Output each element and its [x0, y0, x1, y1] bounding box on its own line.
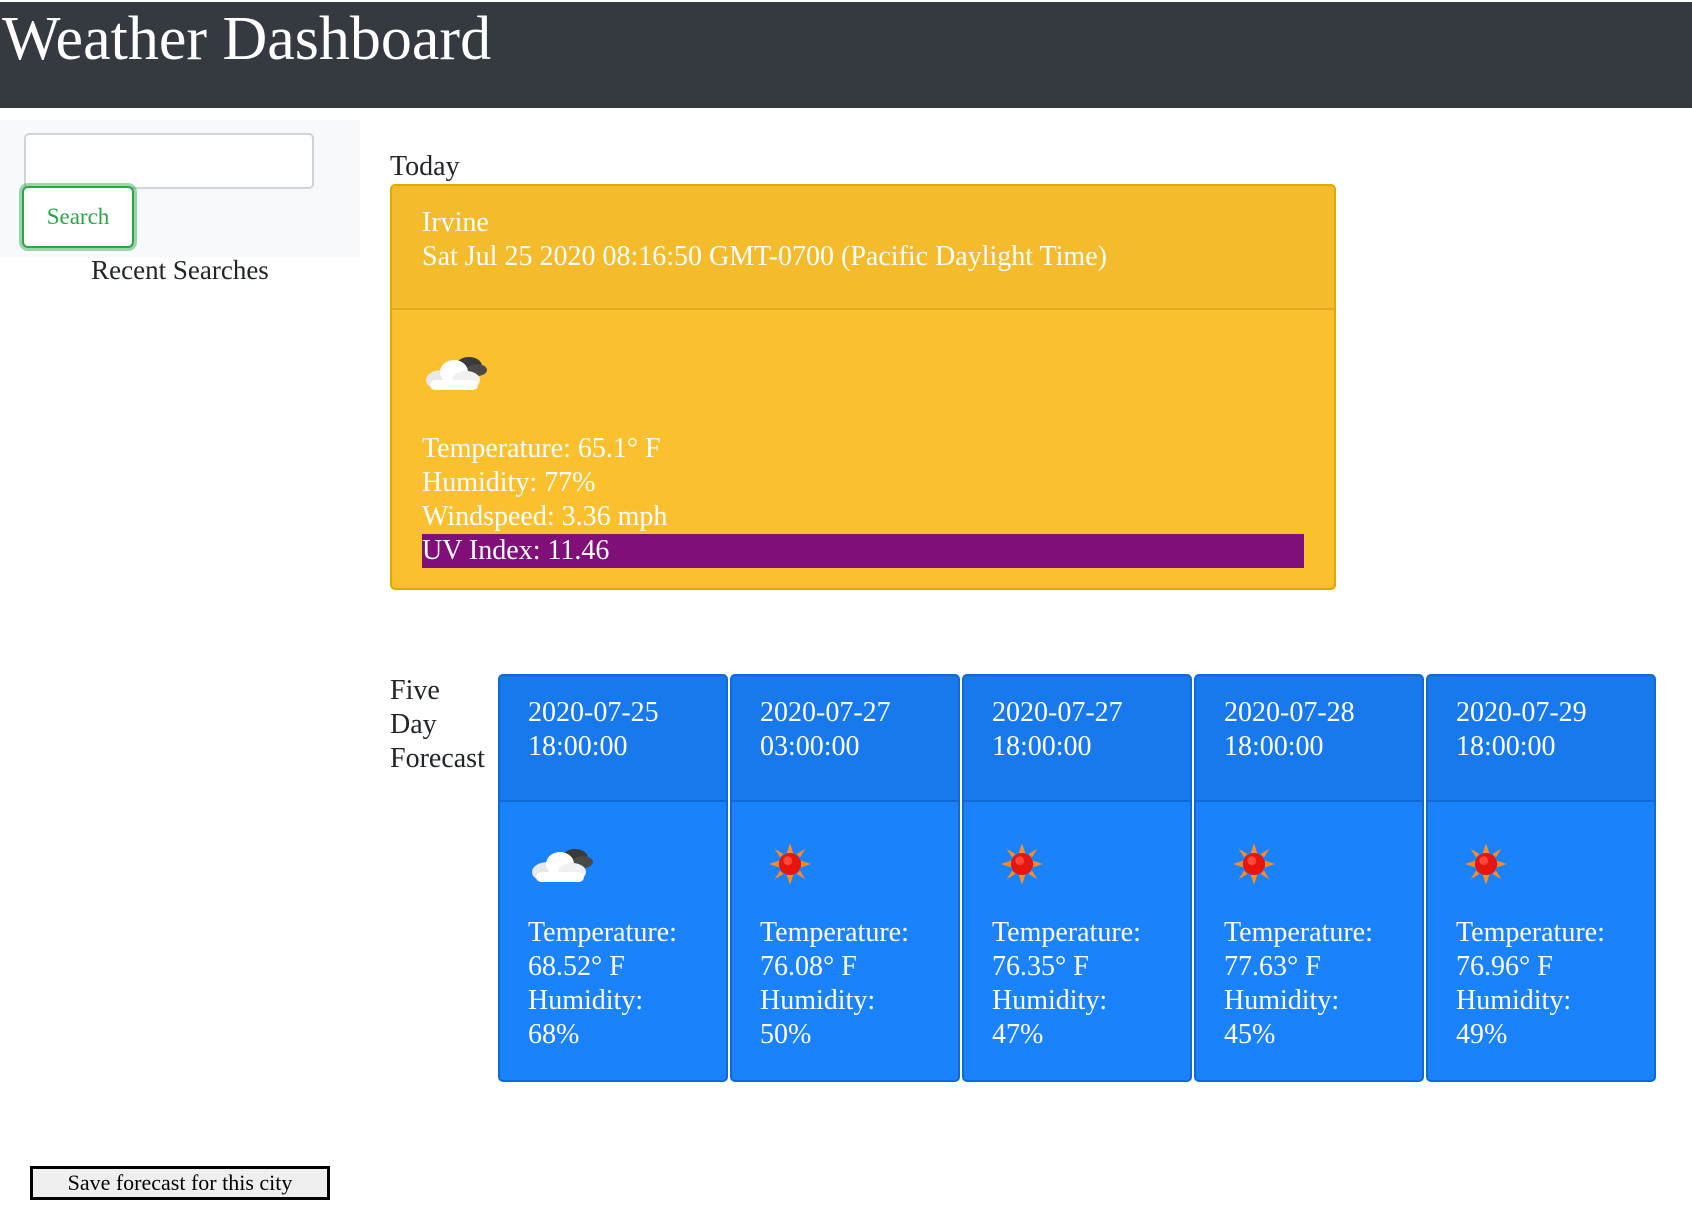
- forecast-card-body: Temperature: 68.52° F Humidity: 68%: [500, 802, 726, 1052]
- today-label: Today: [390, 151, 460, 182]
- search-input[interactable]: [24, 133, 314, 189]
- today-humidity: Humidity: 77%: [422, 467, 596, 498]
- forecast-temp-label: Temperature:: [528, 917, 677, 948]
- forecast-humidity: 50%: [760, 1019, 812, 1050]
- forecast-card: 2020-07-25 18:00:00 Temperature: 68.52° …: [498, 674, 728, 1082]
- forecast-humidity-label: Humidity:: [760, 985, 876, 1016]
- forecast-card-header: 2020-07-27 03:00:00: [732, 676, 958, 802]
- forecast-card-header: 2020-07-25 18:00:00: [500, 676, 726, 802]
- forecast-temp: 68.52° F: [528, 951, 625, 982]
- forecast-temp: 76.96° F: [1456, 951, 1553, 982]
- forecast-card: 2020-07-29 18:00:00 Temperature: 76.96° …: [1426, 674, 1656, 1082]
- forecast-temp-label: Temperature:: [1456, 917, 1605, 948]
- app-header: Weather Dashboard: [0, 0, 1692, 108]
- forecast-temp-label: Temperature:: [1224, 917, 1373, 948]
- forecast-temp: 77.63° F: [1224, 951, 1321, 982]
- forecast-card-body: Temperature: 76.35° F Humidity: 47%: [964, 802, 1190, 1052]
- forecast-time: 18:00:00: [528, 731, 628, 762]
- forecast-card-header: 2020-07-28 18:00:00: [1196, 676, 1422, 802]
- sun-icon: [1232, 842, 1276, 886]
- forecast-humidity: 49%: [1456, 1019, 1508, 1050]
- forecast-card-header: 2020-07-29 18:00:00: [1428, 676, 1654, 802]
- recent-searches-title: Recent Searches: [91, 255, 269, 285]
- forecast-card: 2020-07-27 18:00:00 Temperature: 76.35° …: [962, 674, 1192, 1082]
- cloud-icon: [528, 842, 598, 886]
- forecast-date: 2020-07-25: [528, 697, 659, 728]
- forecast-humidity-label: Humidity:: [992, 985, 1108, 1016]
- forecast-humidity-label: Humidity:: [1456, 985, 1572, 1016]
- forecast-date: 2020-07-28: [1224, 697, 1355, 728]
- forecast-label-line: Forecast: [390, 743, 485, 774]
- forecast-date: 2020-07-27: [760, 697, 891, 728]
- forecast-temp: 76.35° F: [992, 951, 1089, 982]
- search-panel: Search: [0, 120, 360, 258]
- forecast-time: 18:00:00: [992, 731, 1092, 762]
- forecast-label-line: Five: [390, 675, 440, 706]
- sun-icon: [1000, 842, 1044, 886]
- forecast-card-header: 2020-07-27 18:00:00: [964, 676, 1190, 802]
- cloud-icon: [422, 350, 492, 394]
- forecast-humidity: 68%: [528, 1019, 580, 1050]
- forecast-card: 2020-07-27 03:00:00 Temperature: 76.08° …: [730, 674, 960, 1082]
- sun-icon: [1464, 842, 1508, 886]
- forecast-card-body: Temperature: 77.63° F Humidity: 45%: [1196, 802, 1422, 1052]
- forecast-card: 2020-07-28 18:00:00 Temperature: 77.63° …: [1194, 674, 1424, 1082]
- save-forecast-button[interactable]: Save forecast for this city: [30, 1166, 330, 1200]
- search-button[interactable]: Search: [22, 186, 134, 248]
- forecast-temp-label: Temperature:: [992, 917, 1141, 948]
- forecast-temp: 76.08° F: [760, 951, 857, 982]
- forecast-label-line: Day: [390, 709, 437, 740]
- today-temperature: Temperature: 65.1° F: [422, 433, 661, 464]
- forecast-card-body: Temperature: 76.96° F Humidity: 49%: [1428, 802, 1654, 1052]
- city-name: Irvine: [422, 207, 489, 238]
- forecast-time: 18:00:00: [1224, 731, 1324, 762]
- today-card-body: Temperature: 65.1° F Humidity: 77% Winds…: [392, 310, 1334, 568]
- forecast-humidity: 45%: [1224, 1019, 1276, 1050]
- forecast-date: 2020-07-27: [992, 697, 1123, 728]
- sun-icon: [768, 842, 812, 886]
- forecast-date: 2020-07-29: [1456, 697, 1587, 728]
- today-card: Irvine Sat Jul 25 2020 08:16:50 GMT-0700…: [390, 184, 1336, 590]
- page-title: Weather Dashboard: [2, 5, 492, 73]
- uv-index-badge: UV Index: 11.46: [422, 534, 1304, 568]
- five-day-forecast-label: Five Day Forecast: [390, 674, 485, 776]
- today-windspeed: Windspeed: 3.36 mph: [422, 501, 668, 532]
- forecast-card-body: Temperature: 76.08° F Humidity: 50%: [732, 802, 958, 1052]
- current-datetime: Sat Jul 25 2020 08:16:50 GMT-0700 (Pacif…: [422, 241, 1107, 272]
- forecast-time: 03:00:00: [760, 731, 860, 762]
- today-card-header: Irvine Sat Jul 25 2020 08:16:50 GMT-0700…: [392, 186, 1334, 310]
- forecast-humidity-label: Humidity:: [1224, 985, 1340, 1016]
- forecast-time: 18:00:00: [1456, 731, 1556, 762]
- forecast-humidity-label: Humidity:: [528, 985, 644, 1016]
- forecast-humidity: 47%: [992, 1019, 1044, 1050]
- forecast-cards: 2020-07-25 18:00:00 Temperature: 68.52° …: [498, 674, 1656, 1082]
- forecast-temp-label: Temperature:: [760, 917, 909, 948]
